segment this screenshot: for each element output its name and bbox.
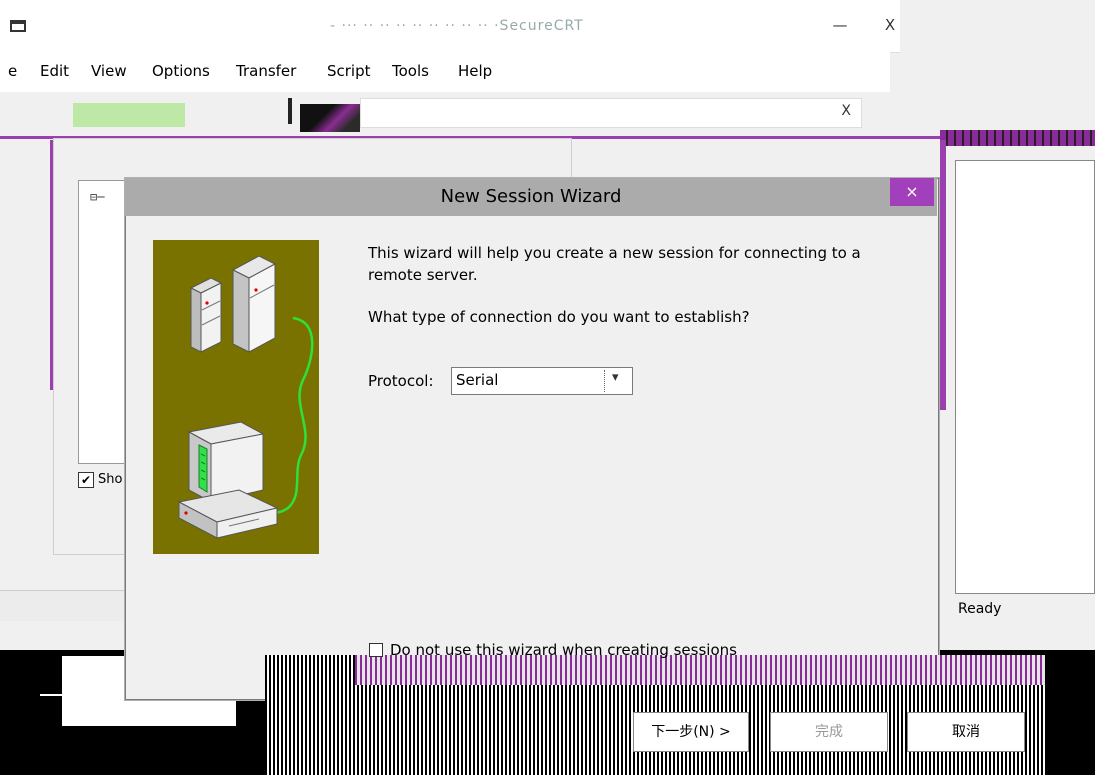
wizard-question: What type of connection do you want to e… — [368, 308, 750, 326]
menu-options[interactable]: Options — [152, 62, 210, 80]
next-button[interactable]: 下一步(N) > — [633, 712, 749, 752]
dialog-title: New Session Wizard — [440, 186, 622, 207]
dont-use-wizard-checkbox[interactable] — [369, 643, 383, 657]
protocol-select-divider — [604, 370, 606, 392]
cancel-button[interactable]: 取消 — [907, 712, 1025, 752]
menu-bar: e Edit View Options Transfer Script Tool… — [0, 52, 890, 92]
dont-use-wizard-label: Do not use this wizard when creating ses… — [390, 641, 737, 659]
render-artifact-dash — [40, 694, 70, 696]
app-bottom-bar — [0, 590, 140, 621]
app-icon — [10, 20, 26, 32]
menu-view[interactable]: View — [91, 62, 127, 80]
wizard-illustration — [153, 240, 319, 554]
toolbar-artifact — [300, 104, 360, 132]
menu-transfer[interactable]: Transfer — [236, 62, 296, 80]
wizard-intro-text: This wizard will help you create a new s… — [368, 244, 861, 284]
minimize-button[interactable]: — — [820, 10, 860, 40]
show-checkbox-label: Sho — [98, 472, 123, 487]
toolbar-separator — [288, 98, 292, 124]
menu-script[interactable]: Script — [327, 62, 371, 80]
network-computer-icon — [177, 255, 314, 539]
protocol-label: Protocol: — [368, 372, 434, 390]
menu-edit[interactable]: Edit — [40, 62, 69, 80]
status-text: Ready — [958, 601, 1002, 617]
render-artifact-band — [940, 130, 1095, 146]
close-app-button[interactable]: X — [870, 10, 910, 40]
protocol-value[interactable]: Serial — [456, 371, 498, 389]
terminal-pane[interactable] — [955, 160, 1095, 594]
menu-file[interactable]: e — [8, 62, 17, 80]
menu-help[interactable]: Help — [458, 62, 492, 80]
render-artifact-stripes-top — [355, 655, 1045, 685]
background-dialog-strip: X — [360, 98, 862, 128]
finish-button[interactable]: 完成 — [770, 712, 888, 752]
background-dialog-close[interactable]: X — [841, 103, 851, 119]
render-artifact-vertical — [940, 140, 946, 410]
menu-tools[interactable]: Tools — [392, 62, 429, 80]
chevron-down-icon[interactable]: ▾ — [612, 370, 619, 385]
toolbar-highlight — [73, 103, 185, 127]
show-checkbox[interactable]: ✔ — [78, 472, 94, 488]
app-title: - ··· ·· ·· ·· ·· ·· ·· ·· ·· ·SecureCRT — [330, 18, 584, 34]
dialog-close-button[interactable]: × — [890, 178, 934, 206]
tree-expander-icon[interactable]: ⊟─ — [90, 190, 104, 204]
